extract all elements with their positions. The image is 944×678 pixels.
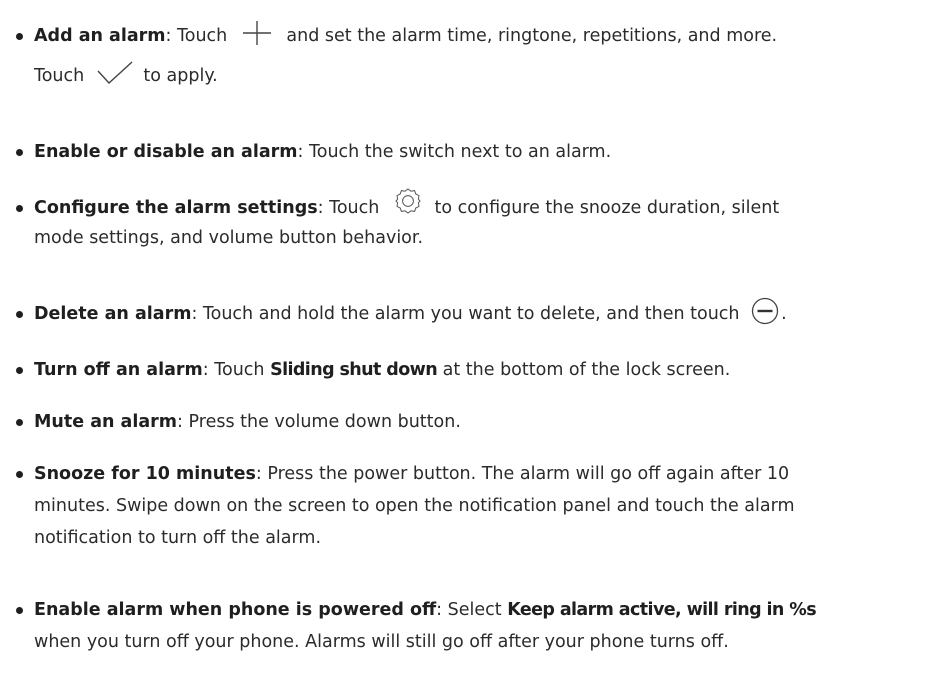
check-icon — [96, 59, 134, 87]
separator: : — [317, 198, 330, 218]
item-title: Add an alarm — [34, 26, 166, 46]
item-text: Touch and hold the alarm you want to del… — [202, 304, 740, 324]
separator: : — [297, 142, 310, 162]
item-text: to apply. — [143, 66, 218, 86]
ui-label-sliding-shut-down: Sliding shut down — [270, 360, 438, 380]
item-text: to configure the snooze duration, silent — [434, 198, 780, 218]
plus-icon — [239, 19, 275, 47]
separator: : — [191, 304, 203, 324]
bullet — [16, 205, 23, 212]
settings-gear-icon — [393, 186, 423, 216]
item-text: Touch the switch next to an alarm. — [309, 142, 612, 162]
item-text: Touch — [329, 198, 380, 218]
separator: : — [177, 412, 189, 432]
item-text: notification to turn off the alarm. — [34, 528, 322, 548]
item-title: Snooze for 10 minutes — [34, 464, 256, 484]
item-title: Mute an alarm — [34, 412, 178, 432]
item-title: Configure the alarm settings — [34, 198, 318, 218]
item-text: Touch — [214, 360, 265, 380]
item-text: Press the volume down button. — [188, 412, 461, 432]
bullet — [16, 311, 23, 318]
item-text: Touch — [177, 26, 228, 46]
item-text: when you turn off your phone. Alarms wil… — [34, 632, 729, 652]
item-text: Press the power button. The alarm will g… — [267, 464, 790, 484]
separator: : — [165, 26, 178, 46]
minus-circle-icon — [751, 297, 779, 325]
separator: : — [436, 600, 448, 620]
bullet — [16, 471, 23, 478]
item-text: at the bottom of the lock screen. — [442, 360, 731, 380]
ui-label-keep-alarm-active: Keep alarm active, will ring in %s — [507, 600, 817, 620]
bullet — [16, 607, 23, 614]
bullet — [16, 419, 23, 426]
item-title: Enable or disable an alarm — [34, 142, 298, 162]
item-title: Delete an alarm — [34, 304, 192, 324]
item-text: mode settings, and volume button behavio… — [34, 228, 424, 248]
item-text: minutes. Swipe down on the screen to ope… — [34, 496, 795, 516]
item-text: Select — [447, 600, 502, 620]
separator: : — [255, 464, 268, 484]
bullet — [16, 367, 23, 374]
item-title: Enable alarm when phone is powered off — [34, 600, 437, 620]
bullet — [16, 33, 23, 40]
separator: : — [202, 360, 215, 380]
item-title: Turn off an alarm — [34, 360, 203, 380]
item-text: and set the alarm time, ringtone, repeti… — [286, 26, 778, 46]
item-text: . — [781, 304, 787, 324]
bullet — [16, 149, 23, 156]
item-text: Touch — [34, 66, 85, 86]
